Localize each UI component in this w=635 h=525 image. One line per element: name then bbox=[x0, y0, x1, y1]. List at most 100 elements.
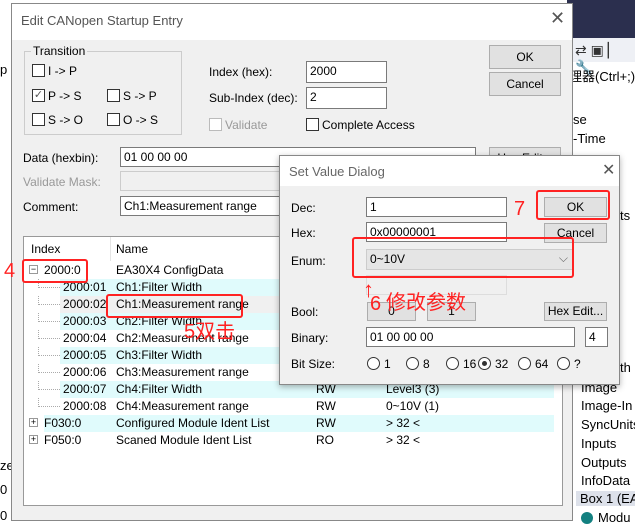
cell-index: F030:0 bbox=[44, 416, 82, 430]
bitsize-radio-1[interactable] bbox=[367, 357, 380, 370]
tree-item-syncunits[interactable]: SyncUnits bbox=[581, 417, 635, 432]
index-label: Index (hex): bbox=[209, 65, 273, 79]
bitsize-label-item: 16 bbox=[463, 357, 477, 371]
highlight-box-ok bbox=[536, 190, 610, 220]
cell-flags: RW bbox=[316, 399, 336, 413]
module-icon bbox=[581, 512, 593, 524]
tree-item-infodata[interactable]: InfoData bbox=[581, 473, 630, 488]
bitsize-label: Bit Size: bbox=[291, 357, 336, 371]
column-header-index[interactable]: Index bbox=[31, 242, 60, 256]
dec-label: Dec: bbox=[291, 201, 316, 215]
cancel-button[interactable]: Cancel bbox=[489, 72, 561, 96]
subindex-input[interactable]: 2 bbox=[306, 87, 387, 109]
tree-item[interactable]: se bbox=[573, 112, 587, 127]
tree-line bbox=[38, 313, 60, 322]
title-bar: Edit CANopen Startup Entry ✕ bbox=[12, 4, 572, 40]
cell-index: F050:0 bbox=[44, 433, 82, 447]
tree-item-box1[interactable]: Box 1 (EA bbox=[576, 491, 635, 506]
binary-input[interactable]: 01 00 00 00 bbox=[366, 327, 575, 347]
tree-item-image-info[interactable]: Image-In bbox=[581, 398, 632, 413]
expand-icon[interactable]: + bbox=[29, 418, 38, 427]
search-hint[interactable]: 理器(Ctrl+;) bbox=[569, 66, 635, 85]
tree-item-inputs[interactable]: Inputs bbox=[581, 436, 616, 451]
expand-icon[interactable]: + bbox=[29, 435, 38, 444]
hex-label: Hex: bbox=[291, 226, 316, 240]
cell-index: 2000:07 bbox=[63, 382, 107, 396]
cell-index: 2000:05 bbox=[63, 348, 107, 362]
tree-line bbox=[38, 364, 60, 373]
index-input[interactable]: 2000 bbox=[306, 61, 387, 83]
dec-input[interactable]: 1 bbox=[366, 197, 507, 217]
checkbox-o-s[interactable] bbox=[107, 113, 120, 126]
checkbox-s-p[interactable] bbox=[107, 89, 120, 102]
cell-index: 2000:03 bbox=[63, 314, 107, 328]
tree-line bbox=[38, 381, 60, 390]
checkbox-label: I -> P bbox=[48, 64, 78, 78]
checkbox-s-o[interactable] bbox=[32, 113, 45, 126]
dialog-title: Edit CANopen Startup Entry bbox=[21, 13, 183, 28]
cell-name: Scaned Module Ident List bbox=[116, 433, 252, 447]
validate-checkbox[interactable] bbox=[209, 118, 222, 131]
close-icon[interactable]: ✕ bbox=[550, 8, 565, 29]
bitsize-radio-8[interactable] bbox=[406, 357, 419, 370]
annotation-step5: 5双击 bbox=[184, 321, 236, 343]
column-divider bbox=[110, 237, 111, 261]
bitsize-radio-64[interactable] bbox=[518, 357, 531, 370]
checkbox-p-s[interactable]: ✓ bbox=[32, 89, 45, 102]
cell-name: Ch4:Filter Width bbox=[116, 382, 203, 396]
title-bar: Set Value Dialog ✕ bbox=[280, 156, 619, 186]
cell-index: 2000:02 bbox=[63, 297, 107, 311]
binary-length-input[interactable]: 4 bbox=[585, 327, 608, 347]
tree-item-outputs[interactable]: Outputs bbox=[581, 455, 627, 470]
cell-name: Ch3:Measurement range bbox=[116, 365, 249, 379]
column-header-name[interactable]: Name bbox=[116, 242, 148, 256]
validate-label: Validate bbox=[225, 118, 268, 132]
table-row[interactable]: + F050:0 Scaned Module Ident List RO > 32 < bbox=[24, 432, 554, 449]
complete-access-label: Complete Access bbox=[322, 118, 415, 132]
bitsize-radio-?[interactable] bbox=[557, 357, 570, 370]
cell-name: Ch1:Filter Width bbox=[116, 280, 203, 294]
cell-value: > 32 < bbox=[386, 416, 421, 430]
hex-edit-button[interactable]: Hex Edit... bbox=[544, 302, 607, 321]
cell-value: 0~10V (1) bbox=[386, 399, 440, 413]
top-bar bbox=[567, 0, 635, 38]
table-row[interactable]: 2000:08 Ch4:Measurement range RW 0~10V (1) bbox=[24, 398, 554, 415]
cell-flags: RO bbox=[316, 433, 334, 447]
annotation-step4: 4 bbox=[4, 260, 16, 282]
tree-item[interactable]: ts bbox=[620, 208, 630, 223]
highlight-box-index bbox=[22, 259, 88, 283]
checkbox-label: O -> S bbox=[123, 113, 159, 127]
left-text: 0 bbox=[0, 482, 8, 497]
checkbox-i-p[interactable] bbox=[32, 64, 45, 77]
tree-line bbox=[38, 296, 60, 305]
bitsize-radio-16[interactable] bbox=[446, 357, 459, 370]
cell-name: Ch4:Measurement range bbox=[116, 399, 249, 413]
validate-mask-label: Validate Mask: bbox=[23, 175, 101, 189]
bitsize-label-item: 8 bbox=[423, 357, 430, 371]
bitsize-label-item: ? bbox=[574, 357, 581, 371]
bool-label: Bool: bbox=[291, 305, 319, 319]
tree-line bbox=[38, 398, 60, 407]
tree-item[interactable]: th bbox=[620, 360, 631, 375]
checkbox-label: S -> P bbox=[123, 89, 157, 103]
enum-label: Enum: bbox=[291, 254, 326, 268]
tree-item[interactable]: -Time bbox=[573, 131, 606, 146]
table-row[interactable]: + F030:0 Configured Module Ident List RW > 3… bbox=[24, 415, 554, 432]
cell-name: EA30X4 ConfigData bbox=[116, 263, 224, 277]
complete-access-checkbox[interactable] bbox=[306, 118, 319, 131]
bitsize-radio-32[interactable] bbox=[478, 357, 491, 370]
cell-flags: RW bbox=[316, 416, 336, 430]
cell-index: 2000:04 bbox=[63, 331, 107, 345]
cell-index: 2000:08 bbox=[63, 399, 107, 413]
tree-item-module[interactable]: Modu bbox=[598, 510, 631, 525]
annotation-step6: 6 bbox=[370, 293, 382, 315]
ok-button[interactable]: OK bbox=[489, 45, 561, 69]
dialog-title: Set Value Dialog bbox=[289, 164, 385, 179]
bitsize-label-item: 32 bbox=[495, 357, 509, 371]
bitsize-label-item: 1 bbox=[384, 357, 391, 371]
checkbox-label: S -> O bbox=[48, 113, 84, 127]
left-text: 0 bbox=[0, 508, 8, 523]
annotation-step6-text: 修改参数 bbox=[386, 292, 466, 314]
cell-index: 2000:06 bbox=[63, 365, 107, 379]
close-icon[interactable]: ✕ bbox=[602, 160, 615, 180]
